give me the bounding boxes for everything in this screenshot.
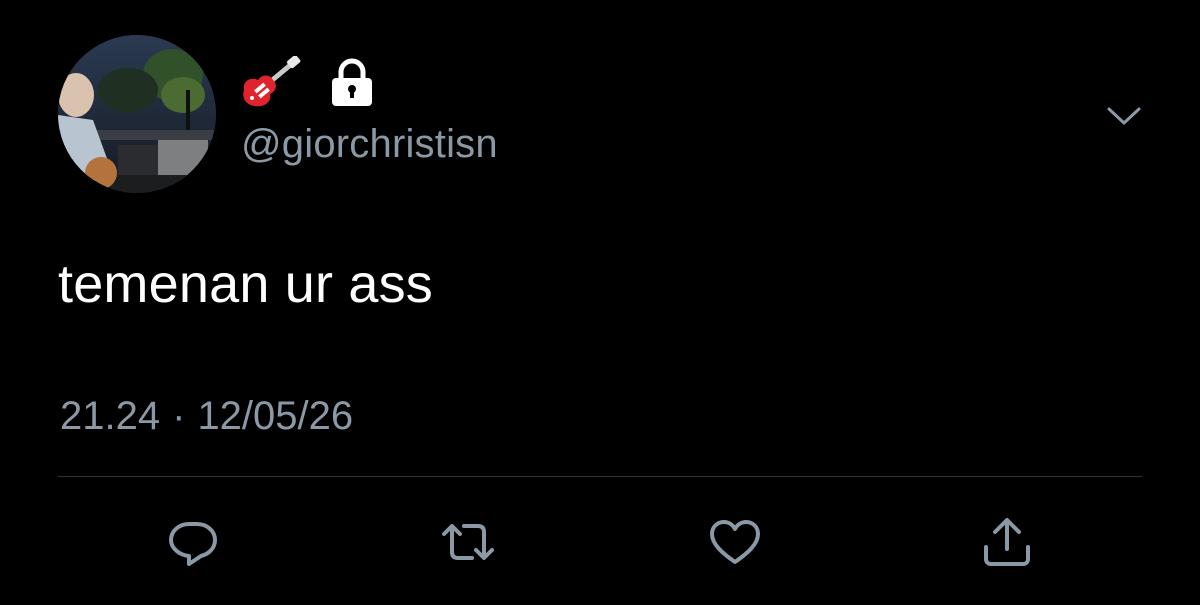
like-button[interactable] [703, 510, 767, 574]
tweet-time: 21.24 [60, 394, 161, 438]
reply-icon [169, 522, 217, 566]
guitar-emoji-icon [243, 56, 301, 107]
avatar[interactable] [58, 35, 216, 193]
retweet-icon [442, 524, 494, 560]
heart-icon [710, 520, 760, 564]
share-icon [984, 518, 1030, 566]
chevron-down-icon[interactable] [1106, 104, 1142, 128]
divider [58, 476, 1142, 477]
tweet: @giorchristisn temenan ur ass 21.24 · 12… [0, 0, 1200, 605]
reply-button[interactable] [161, 510, 225, 574]
tweet-timestamp: 21.24 · 12/05/26 [60, 392, 353, 440]
meta-separator: · [172, 394, 186, 438]
tweet-text: temenan ur ass [58, 254, 433, 314]
tweet-actions-bar [0, 510, 1200, 574]
retweet-button[interactable] [436, 510, 500, 574]
share-button[interactable] [975, 510, 1039, 574]
lock-icon [332, 58, 372, 106]
tweet-date: 12/05/26 [197, 394, 354, 438]
display-name [240, 56, 374, 110]
user-handle[interactable]: @giorchristisn [241, 118, 498, 170]
